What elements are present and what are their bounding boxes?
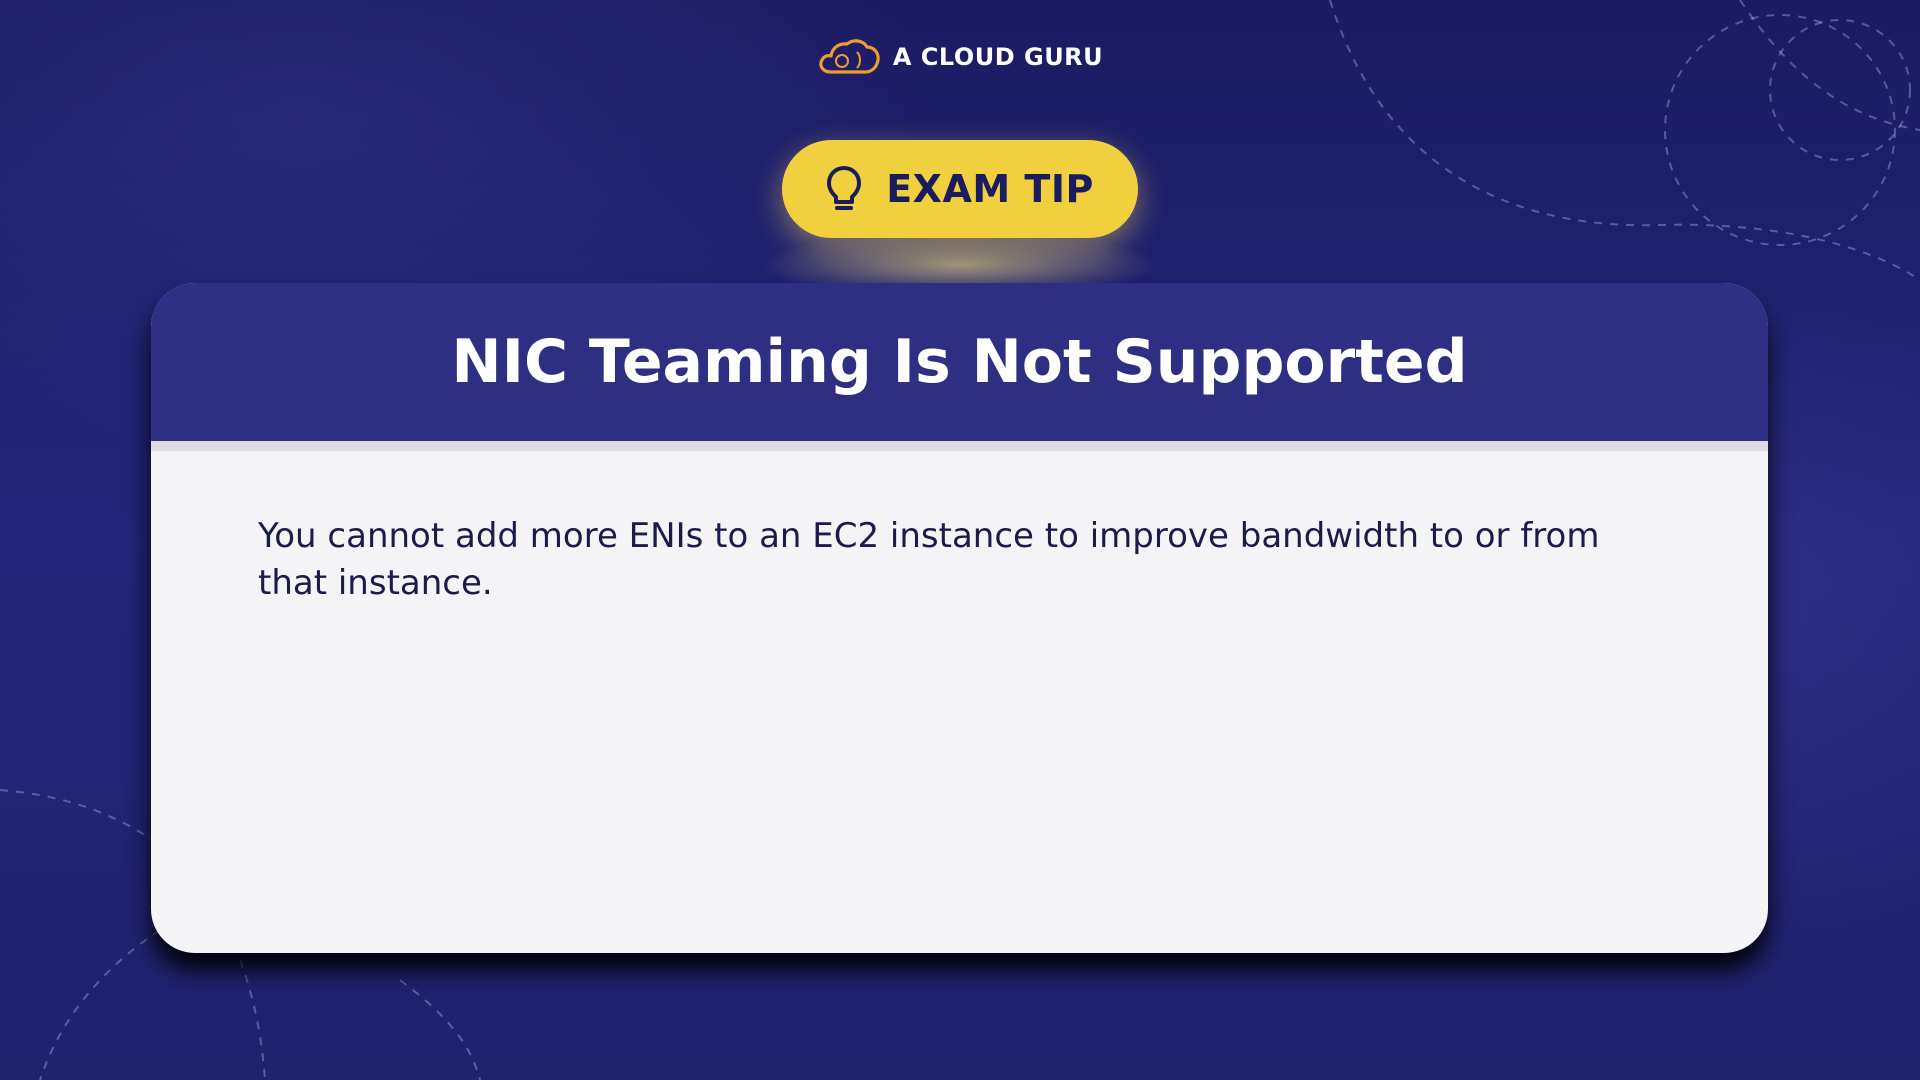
card-divider: [151, 441, 1768, 451]
card-header: NIC Teaming Is Not Supported: [151, 283, 1768, 441]
card-title: NIC Teaming Is Not Supported: [451, 327, 1468, 397]
brand-header: A CLOUD GURU: [0, 36, 1920, 78]
tip-card: NIC Teaming Is Not Supported You cannot …: [151, 283, 1768, 953]
lightbulb-icon: [827, 166, 862, 210]
brand-name: A CLOUD GURU: [892, 43, 1104, 71]
exam-tip-badge: EXAM TIP: [782, 140, 1138, 238]
cloud-icon: [819, 39, 880, 74]
exam-tip-label: EXAM TIP: [886, 167, 1094, 211]
card-body-text: You cannot add more ENIs to an EC2 insta…: [258, 516, 1600, 603]
